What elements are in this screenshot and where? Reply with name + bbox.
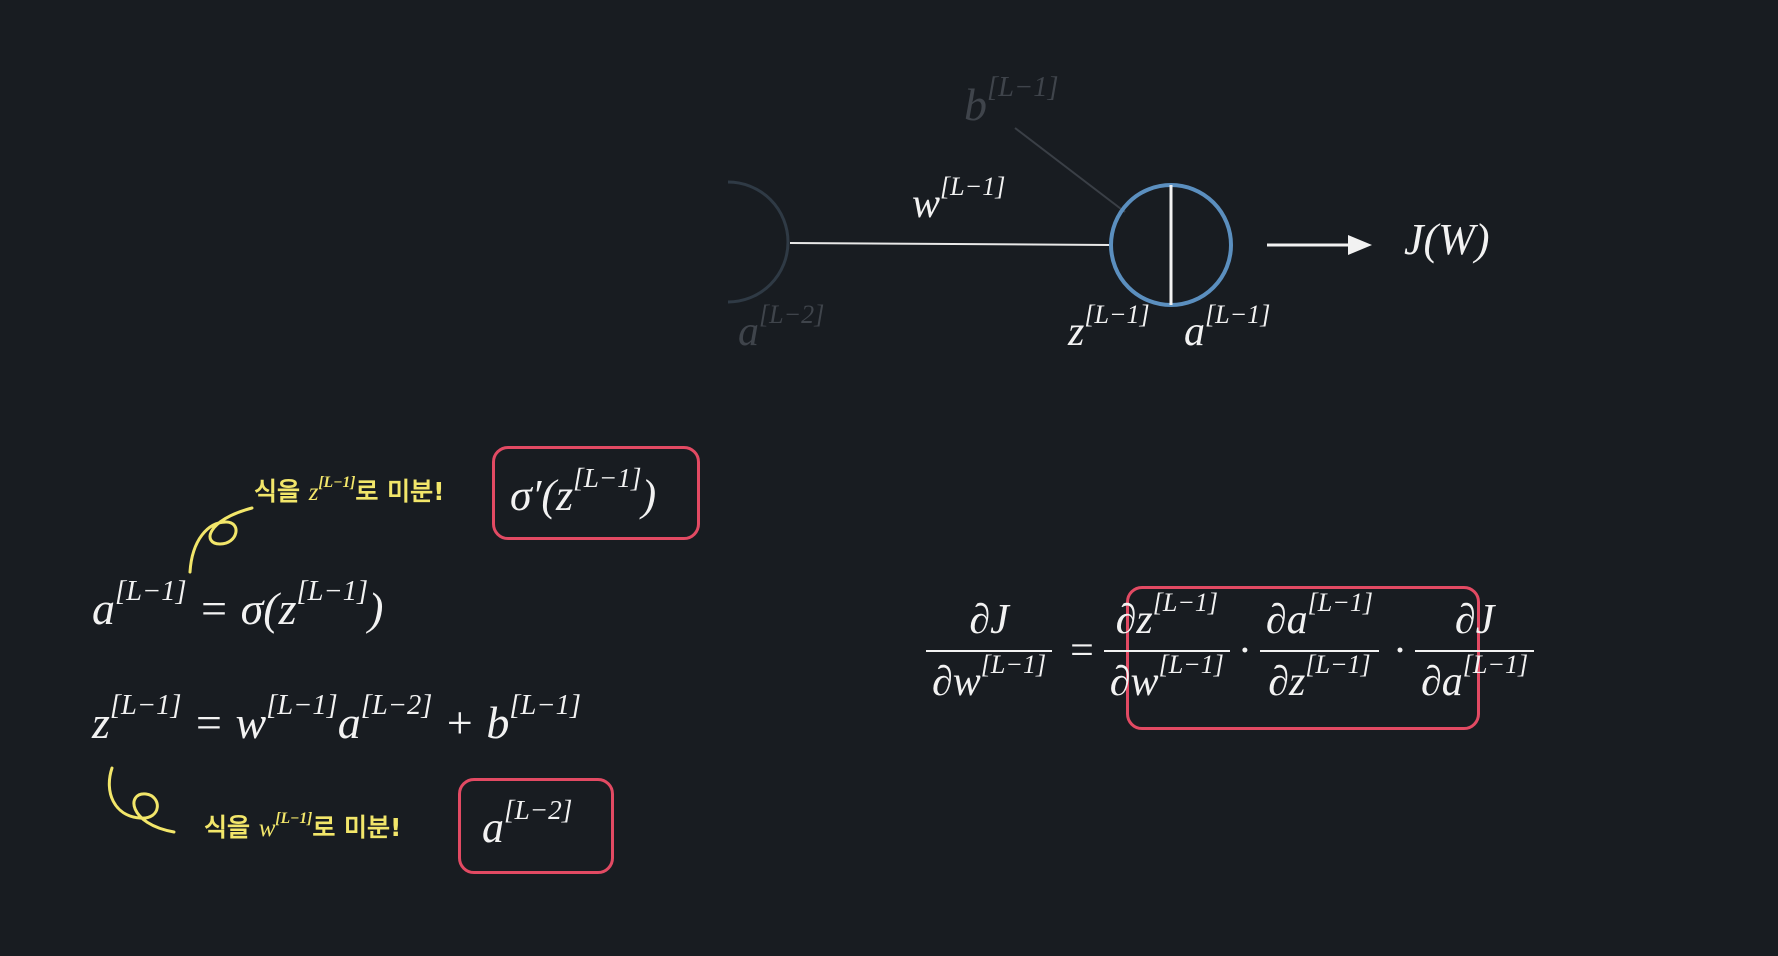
top-annotation-sup: [L−1] (318, 473, 356, 491)
top-result-sup: [L−1] (573, 462, 642, 493)
bias-symbol: b (964, 79, 987, 130)
z-symbol: z (1068, 309, 1085, 355)
equation-activation: a[L−1] = σ(z[L−1]) (92, 577, 384, 635)
bottom-annotation-sup: [L−1] (275, 809, 313, 827)
z-superscript: [L−1] (1084, 299, 1150, 329)
f1-den-sup: [L−1] (980, 649, 1047, 679)
f4-denominator: ∂a[L−1] (1415, 651, 1534, 706)
eq2-lhs-sup: [L−1] (109, 689, 182, 721)
dot-operator-1: · (1237, 628, 1252, 674)
top-curl-arrow (188, 506, 254, 574)
bias-label: b[L−1] (964, 73, 1059, 131)
weight-symbol: w (912, 181, 941, 227)
top-annotation-prefix: 식을 (254, 477, 309, 506)
eq2-b-sup: [L−1] (509, 689, 581, 721)
f3-numerator: ∂a[L−1] (1260, 589, 1379, 644)
bias-edge (1014, 127, 1126, 213)
f1-numerator: ∂J (969, 597, 1009, 643)
bottom-annotation-var: w (258, 815, 276, 842)
eq1-lhs: a (92, 583, 115, 634)
f1-denominator: ∂w[L−1] (926, 651, 1052, 706)
eq2-w: = w (181, 697, 267, 748)
bottom-result-sup: [L−2] (504, 794, 573, 825)
weight-superscript: [L−1] (940, 171, 1006, 201)
network-diagram (727, 127, 1372, 307)
bottom-annotation: 식을 w[L−1]로 미분! (204, 808, 401, 844)
weight-label: w[L−1] (912, 173, 1005, 228)
a-symbol: a (1184, 309, 1205, 355)
top-annotation-var: z (308, 479, 319, 506)
z-label: z[L−1] (1068, 301, 1150, 356)
previous-neuron (727, 180, 790, 304)
f1-den-text: ∂w (932, 659, 981, 705)
prev-activation-symbol: a (738, 309, 759, 355)
bottom-curl-arrow (107, 766, 176, 834)
f3-den-text: ∂z (1268, 659, 1306, 705)
equals-sign: = (1070, 628, 1094, 674)
fraction-dJ-da: ∂J ∂a[L−1] (1415, 596, 1535, 706)
f2-numerator: ∂z[L−1] (1110, 589, 1224, 644)
prev-activation-superscript: [L−2] (759, 299, 825, 329)
top-result-text: σ′(z (510, 471, 574, 520)
eq1-lhs-sup: [L−1] (115, 575, 187, 607)
f2-denominator: ∂w[L−1] (1104, 651, 1230, 706)
f3-num-sup: [L−1] (1307, 587, 1373, 617)
f2-den-text: ∂w (1109, 659, 1159, 705)
weight-edge (789, 242, 1111, 246)
top-result-close: ) (641, 471, 657, 520)
fraction-dJ-dw: ∂J ∂w[L−1] (926, 596, 1053, 706)
f4-den-sup: [L−1] (1462, 649, 1529, 679)
f2-num-text: ∂z (1115, 597, 1153, 643)
eq1-rhs: = σ(z (186, 583, 297, 634)
prev-activation-label: a[L−2] (738, 301, 824, 356)
dot-operator-2: · (1393, 628, 1407, 674)
bottom-annotation-suffix: 로 미분! (312, 813, 402, 842)
a-label: a[L−1] (1184, 301, 1270, 356)
f4-den-text: ∂a (1421, 659, 1463, 705)
bottom-result-text: a (482, 803, 504, 852)
f3-den-sup: [L−1] (1305, 649, 1371, 679)
bias-superscript: [L−1] (987, 71, 1059, 103)
eq2-a: a (337, 697, 361, 748)
f3-denominator: ∂z[L−1] (1262, 651, 1376, 706)
eq2-a-sup: [L−2] (360, 689, 433, 721)
equation-weighted-sum: z[L−1] = w[L−1]a[L−2] + b[L−1] (92, 691, 581, 749)
eq2-b: + b (432, 697, 510, 748)
chain-rule-equation: ∂J ∂w[L−1] = ∂z[L−1] ∂w[L−1] · ∂a[L−1] ∂… (926, 589, 1535, 706)
top-result: σ′(z[L−1]) (510, 464, 657, 521)
eq1-close: ) (368, 583, 384, 634)
top-annotation: 식을 z[L−1]로 미분! (254, 472, 445, 508)
fraction-da-dz: ∂a[L−1] ∂z[L−1] (1259, 589, 1379, 706)
bottom-result: a[L−2] (482, 796, 572, 853)
output-arrow-head (1348, 235, 1372, 255)
fraction-dz-dw: ∂z[L−1] ∂w[L−1] (1103, 589, 1230, 706)
eq1-rhs-sup: [L−1] (296, 575, 369, 607)
f2-num-sup: [L−1] (1152, 587, 1219, 617)
bottom-annotation-prefix: 식을 (204, 813, 259, 842)
f2-den-sup: [L−1] (1158, 649, 1224, 679)
eq2-w-sup: [L−1] (266, 689, 338, 721)
eq2-lhs: z (92, 697, 110, 748)
cost-label: J(W) (1404, 215, 1490, 264)
top-annotation-suffix: 로 미분! (355, 477, 445, 506)
f3-num-text: ∂a (1265, 597, 1308, 643)
a-superscript: [L−1] (1205, 299, 1271, 329)
f4-numerator: ∂J (1454, 597, 1495, 643)
